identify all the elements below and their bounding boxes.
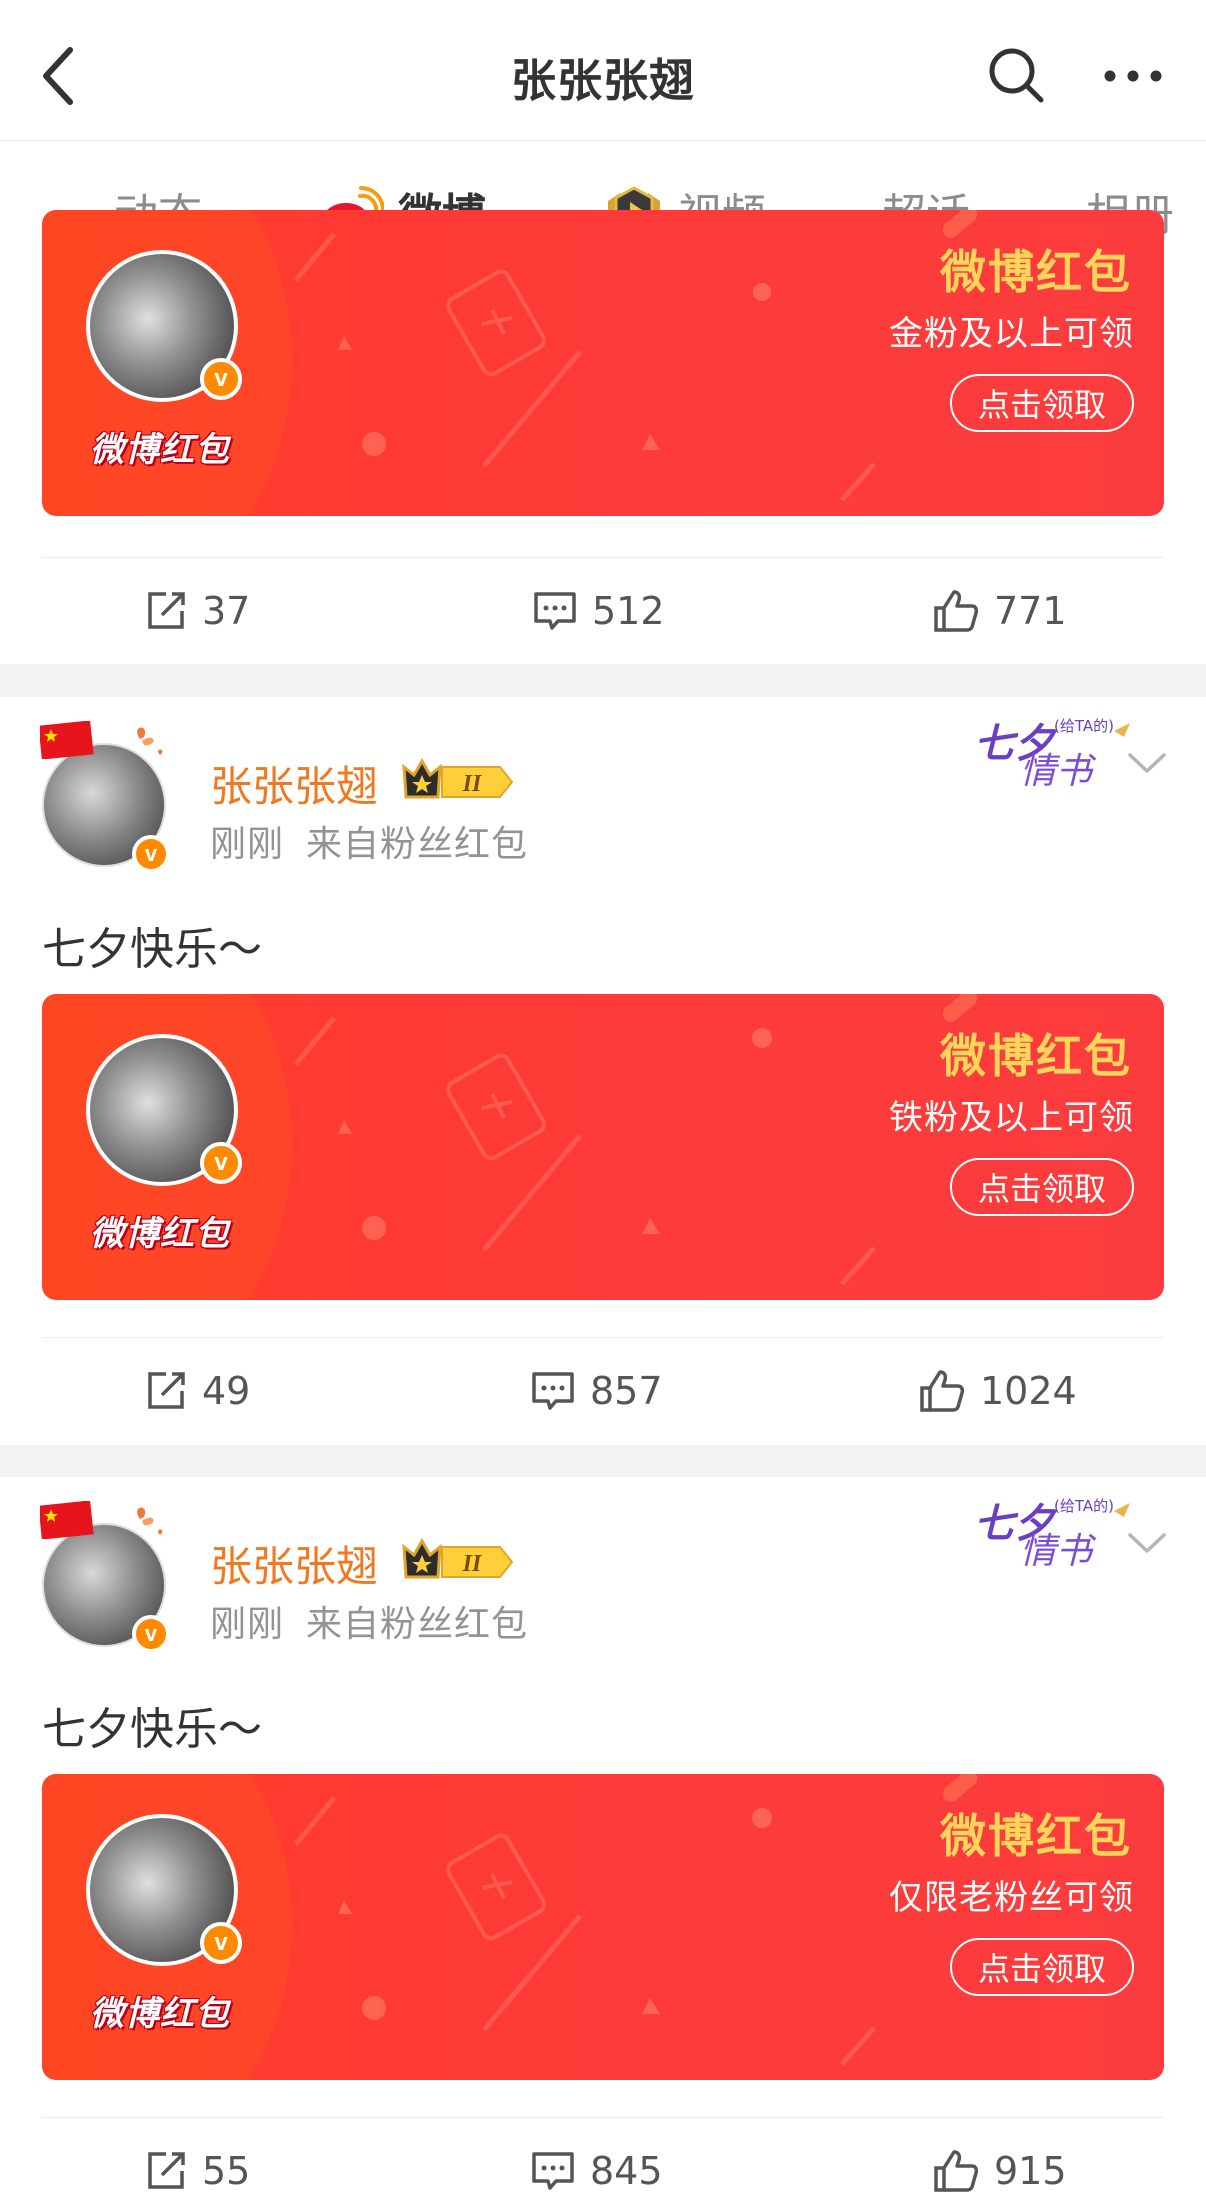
post-time: 刚刚 xyxy=(210,1604,285,1645)
chevron-down-icon[interactable] xyxy=(1124,1527,1170,1559)
claim-button[interactable]: 点击领取 xyxy=(950,374,1134,432)
claim-button[interactable]: 点击领取 xyxy=(950,1938,1134,1996)
like-button[interactable]: 1024 xyxy=(918,1366,1077,1416)
decor-sub: 情书 xyxy=(1020,751,1097,792)
decor-paren: (给TA的) xyxy=(1054,717,1114,735)
post-actions: 37 512 771 xyxy=(42,557,1164,665)
post-card: v 微博红包 微博红包 金粉及以上可领 点击领取 37 512 771 xyxy=(0,210,1206,665)
repost-button[interactable]: 55 xyxy=(144,2146,250,2196)
banner-title: 微博红包 xyxy=(940,245,1132,299)
thumbs-up-icon xyxy=(920,1370,965,1412)
repost-count: 37 xyxy=(202,589,251,633)
claim-button[interactable]: 点击领取 xyxy=(950,1158,1134,1216)
china-flag-icon xyxy=(40,721,94,759)
repost-button[interactable]: 49 xyxy=(144,1366,250,1416)
post-meta: 刚刚 来自粉丝红包 xyxy=(210,815,528,867)
banner-subtitle: 金粉及以上可领 xyxy=(889,314,1134,354)
post-meta: 刚刚 来自粉丝红包 xyxy=(210,1595,528,1647)
banner-subtitle: 仅限老粉丝可领 xyxy=(889,1878,1134,1918)
search-button[interactable] xyxy=(985,44,1047,106)
chevron-down-icon[interactable] xyxy=(1124,747,1170,779)
china-flag-icon xyxy=(40,1501,94,1539)
author-name[interactable]: 张张张翅 xyxy=(210,1533,378,1594)
red-envelope-banner[interactable]: v 微博红包 微博红包 金粉及以上可领 点击领取 xyxy=(42,210,1164,516)
post-source: 来自粉丝红包 xyxy=(306,824,529,865)
red-envelope-banner[interactable]: v 微博红包 微博红包 铁粉及以上可领 点击领取 xyxy=(42,994,1164,1300)
banner-title: 微博红包 xyxy=(940,1809,1132,1863)
badge-level: II xyxy=(462,1551,483,1577)
like-button[interactable]: 915 xyxy=(932,2146,1067,2196)
repost-count: 49 xyxy=(202,1369,251,1413)
banner-title: 微博红包 xyxy=(940,1029,1132,1083)
comment-count: 512 xyxy=(592,589,665,633)
comment-count: 857 xyxy=(590,1369,663,1413)
member-crown-badge-icon[interactable]: II xyxy=(398,1533,518,1583)
like-count: 771 xyxy=(994,589,1067,633)
thumbs-up-icon xyxy=(934,2150,979,2192)
red-envelope-banner[interactable]: v 微博红包 微博红包 仅限老粉丝可领 点击领取 xyxy=(42,1774,1164,2080)
qixi-love-letter-decoration[interactable]: 七夕 (给TA的) 情书 xyxy=(974,1489,1140,1573)
member-crown-badge-icon[interactable]: II xyxy=(398,753,518,803)
banner-subtitle: 铁粉及以上可领 xyxy=(889,1098,1134,1138)
repost-count: 55 xyxy=(202,2149,251,2193)
badge-level: II xyxy=(462,771,483,797)
repost-icon xyxy=(148,1372,185,1409)
verified-badge-icon: v xyxy=(200,358,242,400)
post-header: v 张张张翅 II 刚刚 来自粉丝红包 七夕 (给TA的) 情书 xyxy=(0,697,1206,877)
verified-badge-icon: v xyxy=(200,1922,242,1964)
post-text: 七夕快乐～ xyxy=(42,924,262,975)
post-header: v 张张张翅 II 刚刚 来自粉丝红包 七夕 (给TA的) 情书 xyxy=(0,1477,1206,1657)
like-count: 1024 xyxy=(980,1369,1077,1413)
more-button[interactable] xyxy=(1100,56,1166,96)
post-source: 来自粉丝红包 xyxy=(306,1604,529,1645)
more-dots-icon xyxy=(1104,70,1162,82)
comment-icon xyxy=(534,592,576,630)
top-nav-bar: 张张张翅 xyxy=(0,0,1206,141)
post-card: v 张张张翅 II 刚刚 来自粉丝红包 七夕 (给TA的) 情书 七夕快乐～ v… xyxy=(0,1477,1206,2199)
qixi-love-letter-decoration[interactable]: 七夕 (给TA的) 情书 xyxy=(974,709,1140,793)
decor-paren: (给TA的) xyxy=(1054,1497,1114,1515)
banner-brand-logo: 微博红包 xyxy=(90,1994,230,2034)
verified-badge-icon: v xyxy=(132,1615,170,1653)
thumbs-up-icon xyxy=(934,590,979,632)
post-actions: 55 845 915 xyxy=(42,2117,1164,2199)
like-count: 915 xyxy=(994,2149,1067,2193)
post-text: 七夕快乐～ xyxy=(42,1704,262,1755)
comment-button[interactable]: 857 xyxy=(530,1366,663,1416)
author-avatar[interactable]: v xyxy=(36,1499,176,1653)
decor-sub: 情书 xyxy=(1020,1531,1097,1572)
author-avatar[interactable]: v xyxy=(36,719,176,873)
comment-icon xyxy=(532,2152,574,2190)
comment-icon xyxy=(532,1372,574,1410)
verified-badge-icon: v xyxy=(200,1142,242,1184)
comment-button[interactable]: 845 xyxy=(530,2146,663,2196)
banner-brand-logo: 微博红包 xyxy=(90,430,230,470)
search-icon xyxy=(989,48,1044,103)
author-name[interactable]: 张张张翅 xyxy=(210,753,378,814)
repost-icon xyxy=(148,592,185,629)
comment-count: 845 xyxy=(590,2149,663,2193)
post-card: v 张张张翅 II 刚刚 来自粉丝红包 七夕 (给TA的) 情书 七夕快乐～ v… xyxy=(0,697,1206,1445)
butterfly-icon xyxy=(137,1507,163,1535)
like-button[interactable]: 771 xyxy=(932,586,1067,636)
butterfly-icon xyxy=(137,727,163,755)
repost-icon xyxy=(148,2152,185,2189)
verified-badge-icon: v xyxy=(132,835,170,873)
comment-button[interactable]: 512 xyxy=(532,586,665,636)
banner-brand-logo: 微博红包 xyxy=(90,1214,230,1254)
post-actions: 49 857 1024 xyxy=(42,1337,1164,1445)
post-time: 刚刚 xyxy=(210,824,285,865)
repost-button[interactable]: 37 xyxy=(144,586,250,636)
